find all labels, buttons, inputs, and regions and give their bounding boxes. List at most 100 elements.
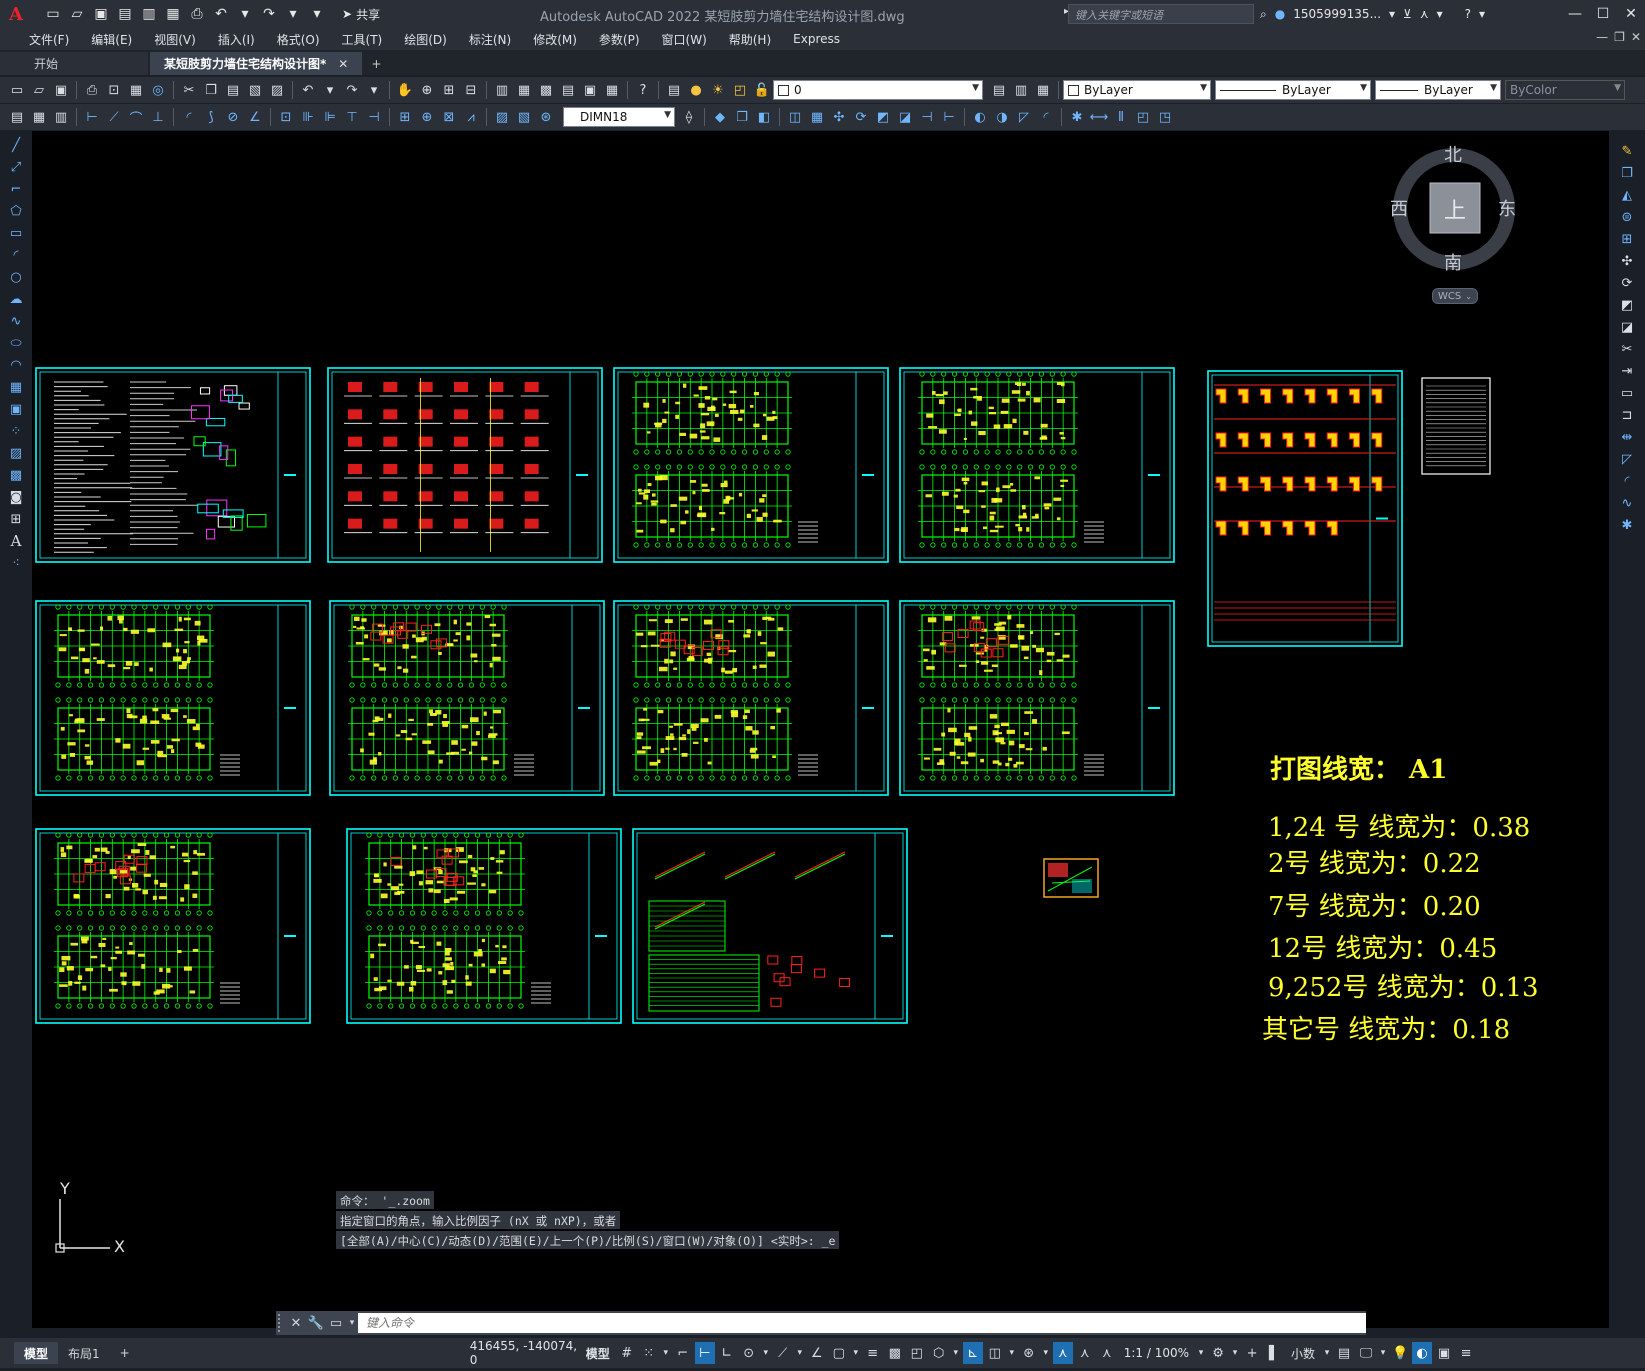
search-icon[interactable]: ⌕ [1260,7,1267,22]
menu-express[interactable]: Express [782,32,851,46]
undo-icon[interactable]: ↶ [210,3,232,25]
ortho-icon[interactable]: ∟ [717,1342,737,1364]
point-icon[interactable]: ⁘ [6,421,26,441]
close-icon[interactable]: ✕ [1617,0,1645,28]
menu-parametric[interactable]: 参数(P) [588,31,651,48]
break-at-point-icon[interactable]: ⊐ [1617,405,1637,425]
publish-icon[interactable]: ▦ [126,80,146,100]
tool-palettes-icon[interactable]: ▩ [536,80,556,100]
zoom-realtime-icon[interactable]: ⊕ [417,80,437,100]
paste-icon[interactable]: ▤ [223,80,243,100]
coordinate-readout[interactable]: 416455, -140074, 0 [470,1339,580,1367]
polyline-icon[interactable]: ⌐ [6,179,26,199]
arc-length-icon[interactable]: ⌒ [126,107,146,127]
tolerance-icon[interactable]: ⊞ [395,107,415,127]
3d-osnap-icon[interactable]: ⬡ [929,1342,949,1364]
tab-model[interactable]: 模型 [14,1342,59,1364]
layer-vp-icon[interactable]: ◰ [730,80,750,100]
units-value[interactable]: 小数 [1291,1345,1315,1362]
table-icon[interactable]: ⊞ [6,509,26,529]
design-center-icon[interactable]: ▦ [514,80,534,100]
doc-restore-icon[interactable]: ❐ [1614,30,1625,44]
publish-icon[interactable]: ▦ [162,3,184,25]
gizmo-icon[interactable]: ⊛ [1019,1342,1039,1364]
help-icon[interactable]: ? [1465,7,1471,21]
redo-dropdown-icon[interactable]: ▾ [364,80,384,100]
command-close-icon[interactable]: ✕ [286,1313,306,1333]
tab-document[interactable]: 某短肢剪力墙住宅结构设计图* ✕ [150,52,363,75]
sheet-set-icon[interactable]: ▤ [558,80,578,100]
annotation-visibility-icon[interactable]: ⋏ [1052,1342,1073,1364]
tab-close-icon[interactable]: ✕ [338,57,348,71]
selection-filter-icon[interactable]: ◫ [985,1342,1005,1364]
mirror-icon[interactable]: ◭ [1617,185,1637,205]
menu-help[interactable]: 帮助(H) [718,31,782,48]
dimension-edit-icon[interactable]: ▨ [492,107,512,127]
auto-scale-icon[interactable]: ⋏ [1075,1342,1095,1364]
mirror-icon[interactable]: ◧ [754,107,774,127]
match-properties-icon[interactable]: ▧ [245,80,265,100]
compass-north-label[interactable]: 北 [1444,141,1462,167]
user-name[interactable]: 1505999135... [1293,7,1381,21]
search-input[interactable]: 键入关键字或短语 [1068,4,1254,24]
menu-file[interactable]: 文件(F) [18,31,80,48]
snap-dropdown-icon[interactable]: ▾ [661,1342,671,1364]
add-selected-icon[interactable]: ⁖ [6,553,26,573]
menu-edit[interactable]: 编辑(E) [80,31,143,48]
extend-icon[interactable]: ⇥ [1617,361,1637,381]
chamfer-icon[interactable]: ◸ [1014,107,1034,127]
doc-minimize-icon[interactable]: — [1596,30,1608,44]
redo-dropdown-icon[interactable]: ▾ [282,3,304,25]
isodraft-dropdown-icon[interactable]: ▾ [795,1342,805,1364]
quick-dimension-icon[interactable]: ⊡ [276,107,296,127]
mtext-icon[interactable]: A [6,531,26,551]
scale-icon[interactable]: ◩ [873,107,893,127]
workspace-icon[interactable]: ⚙ [1208,1342,1228,1364]
zoom-previous-icon[interactable]: ⊟ [461,80,481,100]
clean-screen-icon[interactable]: ▣ [1434,1342,1454,1364]
line-icon[interactable]: ╱ [6,135,26,155]
linetype-dropdown[interactable]: ByLayer ▼ [1215,80,1371,100]
trim-icon[interactable]: ✂ [1617,339,1637,359]
lineweight-dropdown[interactable]: ByLayer ▼ [1375,80,1501,100]
center-mark-icon[interactable]: ⊕ [417,107,437,127]
radius-dimension-icon[interactable]: ◜ [179,107,199,127]
fillet-icon[interactable]: ◜ [1036,107,1056,127]
inspection-icon[interactable]: ⊠ [439,107,459,127]
new-tab-icon[interactable]: + [364,52,388,75]
snap-icon[interactable]: ⁙ [639,1342,659,1364]
add-layout-icon[interactable]: + [110,1342,140,1364]
app-dropdown-icon[interactable]: ▾ [1437,7,1443,21]
grid-icon[interactable]: # [617,1342,637,1364]
plot-icon[interactable]: ⎙ [186,3,208,25]
region-icon[interactable]: ◙ [6,487,26,507]
units-icon[interactable]: ▌ [1264,1342,1284,1364]
drawing-canvas[interactable]: 北 南 东 西 上 WCS ⌄ 打图线宽： A1 1,24 号 线宽为：0.38 … [32,131,1609,1328]
construction-line-icon[interactable]: ⤢ [6,157,26,177]
dimension-text-edit-icon[interactable]: ▧ [514,107,534,127]
join-icon[interactable]: ⇹ [1617,427,1637,447]
menu-modify[interactable]: 修改(M) [522,31,588,48]
isolate-objects-icon[interactable]: 💡 [1390,1342,1410,1364]
cut-icon[interactable]: ✂ [179,80,199,100]
redo-icon[interactable]: ↷ [258,3,280,25]
annotation-monitor-icon[interactable]: + [1242,1342,1262,1364]
baseline-dimension-icon[interactable]: ⊪ [298,107,318,127]
layer-on-icon[interactable]: ● [686,80,706,100]
doc-close-icon[interactable]: ✕ [1631,30,1641,44]
save-icon[interactable]: ▣ [90,3,112,25]
plot-icon[interactable]: ⎙ [82,80,102,100]
draw-order-icon[interactable]: ◰ [1133,107,1153,127]
join-icon[interactable]: ◑ [992,107,1012,127]
undo-icon[interactable]: ↶ [298,80,318,100]
save-as-icon[interactable]: ▤ [114,3,136,25]
object-snap-icon[interactable]: ▢ [829,1342,849,1364]
new-icon[interactable]: ▭ [7,80,27,100]
array-icon[interactable]: ⊞ [1617,229,1637,249]
compass-south-label[interactable]: 南 [1444,249,1462,275]
redo-icon[interactable]: ↷ [342,80,362,100]
circle-icon[interactable]: ○ [6,267,26,287]
pan-icon[interactable]: ✋ [395,80,415,100]
maximize-icon[interactable]: ☐ [1589,0,1617,28]
qat-customize-icon[interactable]: ▾ [306,3,328,25]
